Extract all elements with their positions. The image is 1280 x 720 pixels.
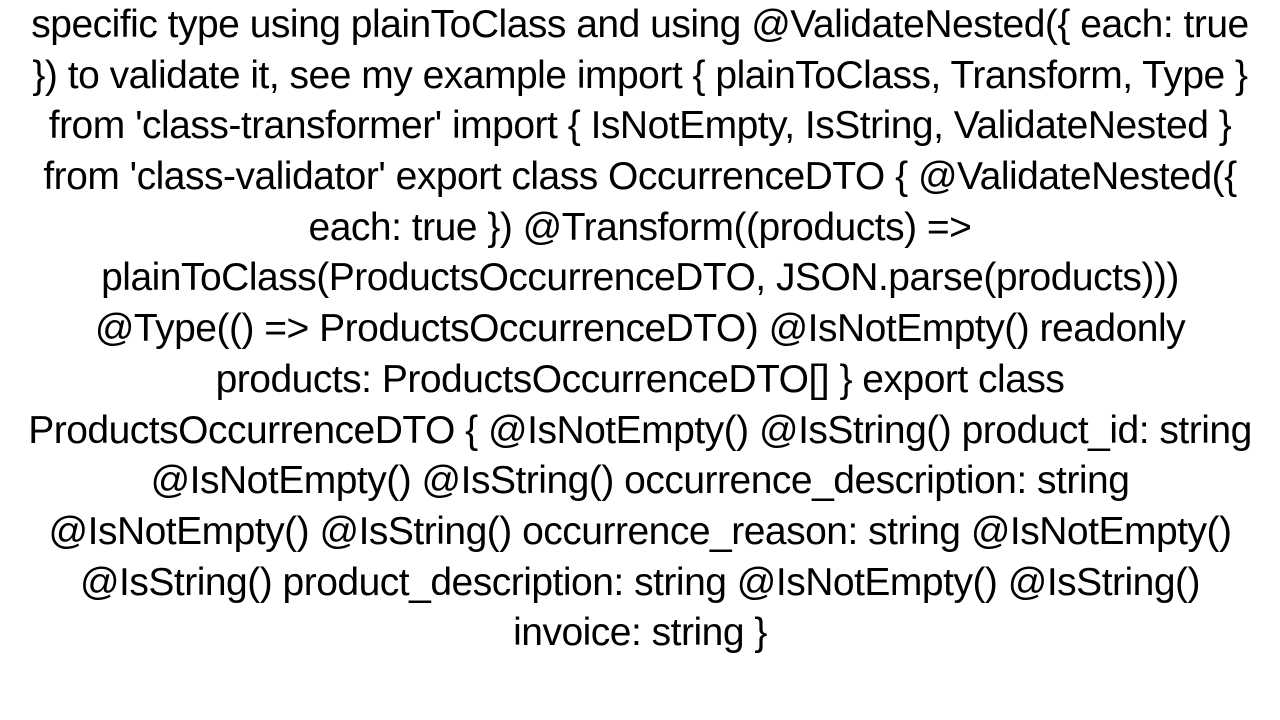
document-text: specific type using plainToClass and usi… xyxy=(28,3,1252,654)
document-body: specific type using plainToClass and usi… xyxy=(0,0,1280,659)
